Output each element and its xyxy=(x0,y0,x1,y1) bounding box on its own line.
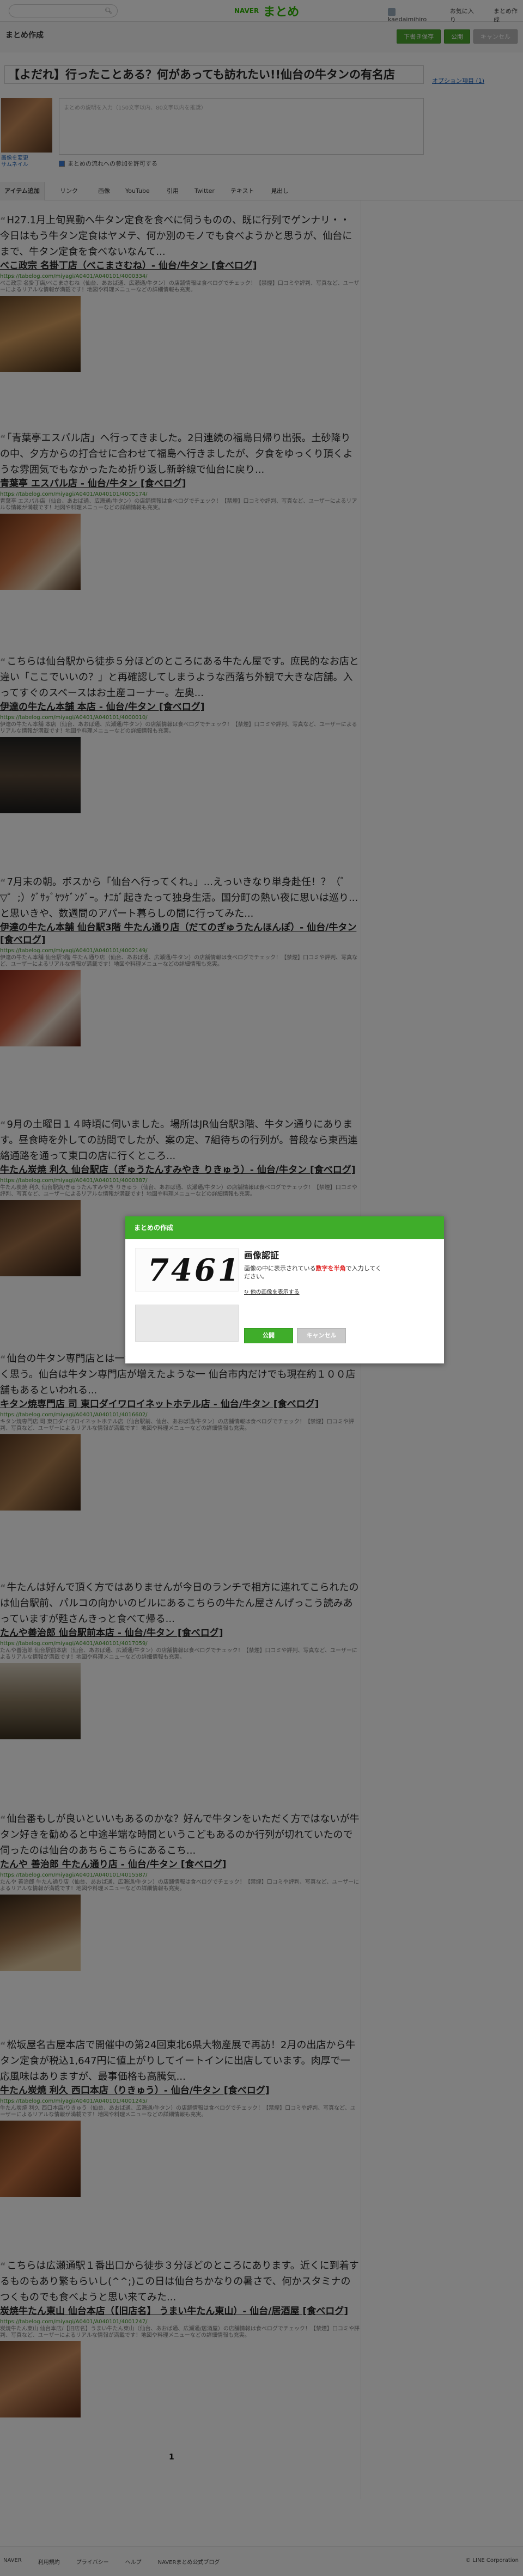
captcha-reload-link[interactable]: ↻ 他の画像を表示する xyxy=(244,1287,300,1295)
captcha-input[interactable] xyxy=(135,1305,239,1342)
reload-icon: ↻ xyxy=(244,1289,249,1295)
reload-label: 他の画像を表示する xyxy=(250,1289,300,1295)
modal-header: まとめの作成 xyxy=(125,1216,444,1239)
captcha-modal: まとめの作成 7461 画像認証 画像の中に表示されている数字を半角で入力してく… xyxy=(125,1216,444,1363)
captcha-cancel-button[interactable]: キャンセル xyxy=(297,1328,346,1343)
captcha-instructions: 画像の中に表示されている数字を半角で入力してください。 xyxy=(244,1264,386,1281)
instruction-highlight: 数字を半角 xyxy=(315,1265,346,1272)
captcha-submit-button[interactable]: 公開 xyxy=(244,1328,293,1343)
captcha-image: 7461 xyxy=(135,1248,239,1292)
captcha-title: 画像認証 xyxy=(244,1250,279,1260)
instruction-text: 画像の中に表示されている xyxy=(244,1265,316,1272)
